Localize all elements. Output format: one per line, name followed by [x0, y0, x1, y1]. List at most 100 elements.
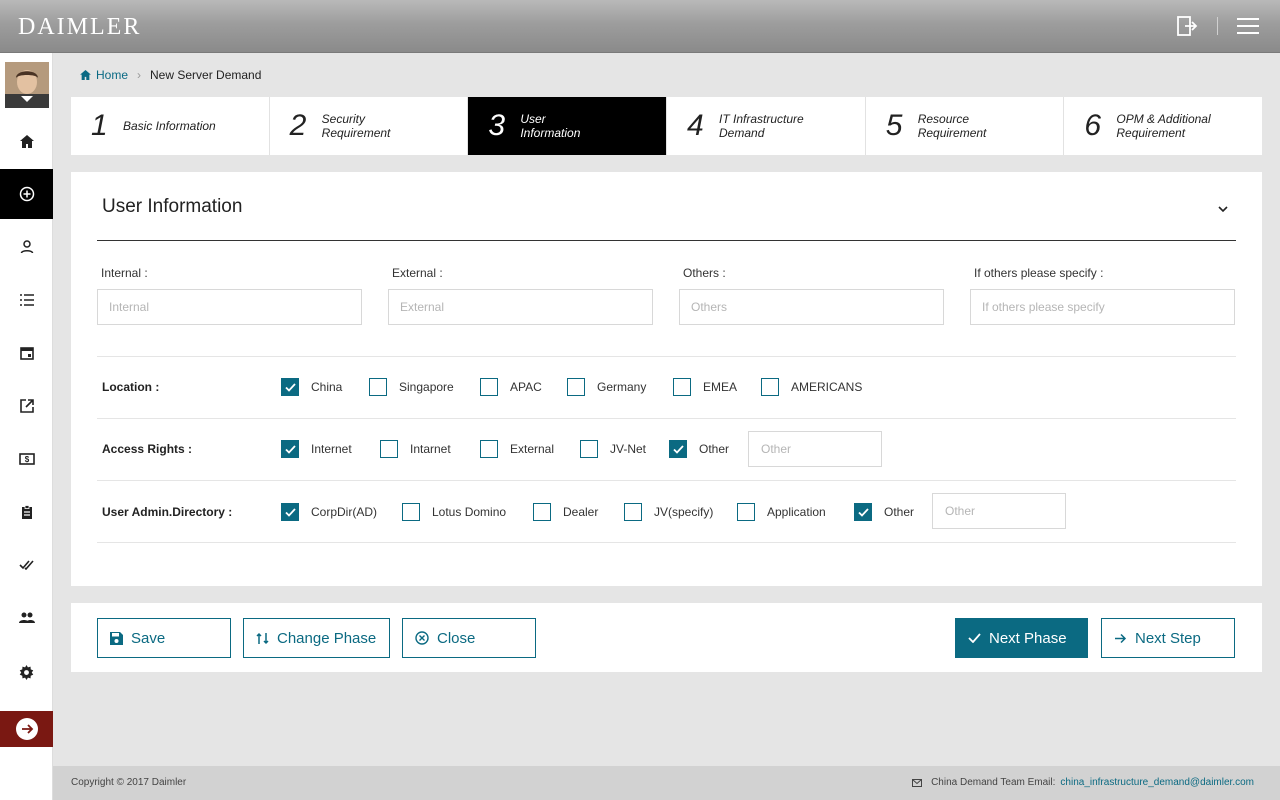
- sidebar-billing[interactable]: $: [0, 434, 53, 484]
- directory-lotus-domino-checkbox[interactable]: Lotus Domino: [402, 503, 506, 521]
- checkbox-empty-icon: [369, 378, 387, 396]
- checkbox-checked-icon: [669, 440, 687, 458]
- row-divider: [97, 418, 1236, 419]
- access-other-input[interactable]: [748, 431, 882, 467]
- next-phase-button[interactable]: Next Phase: [955, 618, 1088, 658]
- step-label: Basic Information: [123, 119, 216, 133]
- arrow-right-circle-icon: [15, 718, 38, 740]
- breadcrumb-home[interactable]: Home: [80, 68, 128, 82]
- step-label: Resource Requirement: [917, 112, 987, 140]
- access-jv-net-checkbox[interactable]: JV-Net: [580, 440, 646, 458]
- avatar[interactable]: [5, 62, 49, 108]
- step-security-requirement[interactable]: 2 Security Requirement: [270, 97, 469, 155]
- chevron-down-icon[interactable]: [1218, 200, 1228, 218]
- directory-application-checkbox[interactable]: Application: [737, 503, 826, 521]
- access-external-checkbox[interactable]: External: [480, 440, 554, 458]
- menu-icon[interactable]: [1236, 14, 1260, 38]
- sidebar-settings[interactable]: [0, 647, 53, 697]
- step-basic-information[interactable]: 1 Basic Information: [71, 97, 270, 155]
- others-input[interactable]: [679, 289, 944, 325]
- directory-other-input[interactable]: [932, 493, 1066, 529]
- step-resource-requirement[interactable]: 5 Resource Requirement: [866, 97, 1065, 155]
- next-step-label: Next Step: [1135, 629, 1201, 647]
- checkbox-empty-icon: [402, 503, 420, 521]
- checkbox-label: JV(specify): [654, 505, 714, 519]
- contact-info: China Demand Team Email: china_infrastru…: [912, 777, 1254, 788]
- sidebar-calendar[interactable]: [0, 328, 53, 378]
- sidebar-next-arrow[interactable]: [0, 711, 53, 747]
- checkbox-empty-icon: [380, 440, 398, 458]
- check-icon: [968, 633, 981, 643]
- location-apac-checkbox[interactable]: APAC: [480, 378, 542, 396]
- checkbox-label: China: [311, 380, 343, 394]
- access-other-checkbox[interactable]: Other: [669, 440, 729, 458]
- open-in-new-icon: [19, 399, 34, 413]
- checkbox-label: EMEA: [703, 380, 738, 394]
- sidebar-clipboard[interactable]: [0, 487, 53, 537]
- sidebar-approvals[interactable]: [0, 540, 53, 590]
- group-icon: [18, 612, 35, 623]
- external-input[interactable]: [388, 289, 653, 325]
- step-user-information[interactable]: 3 User Information: [468, 97, 668, 155]
- close-circle-icon: [415, 631, 429, 645]
- home-icon: [19, 134, 34, 148]
- checkbox-checked-icon: [281, 440, 299, 458]
- directory-jv-specify-checkbox[interactable]: JV(specify): [624, 503, 713, 521]
- swap-icon: [256, 632, 269, 645]
- access-intarnet-checkbox[interactable]: Intarnet: [380, 440, 451, 458]
- location-singapore-checkbox[interactable]: Singapore: [369, 378, 454, 396]
- checkbox-label: JV-Net: [610, 442, 647, 456]
- next-step-button[interactable]: Next Step: [1101, 618, 1235, 658]
- step-it-infrastructure-demand[interactable]: 4 IT Infrastructure Demand: [667, 97, 866, 155]
- checkbox-label: Internet: [311, 442, 352, 456]
- directory-other-checkbox[interactable]: Other: [854, 503, 914, 521]
- close-button[interactable]: Close: [402, 618, 536, 658]
- save-button[interactable]: Save: [97, 618, 231, 658]
- others-specify-label: If others please specify :: [974, 266, 1104, 280]
- location-emea-checkbox[interactable]: EMEA: [673, 378, 737, 396]
- contact-email-link[interactable]: china_infrastructure_demand@daimler.com: [1060, 777, 1254, 788]
- internal-input[interactable]: [97, 289, 362, 325]
- sidebar-team[interactable]: [0, 593, 53, 643]
- directory-corpdir-checkbox[interactable]: CorpDir(AD): [281, 503, 377, 521]
- step-opm-additional-requirement[interactable]: 6 OPM & Additional Requirement: [1064, 97, 1262, 155]
- contact-label: China Demand Team Email:: [931, 777, 1056, 788]
- wizard-steps: 1 Basic Information 2 Security Requireme…: [71, 97, 1262, 155]
- checkbox-label: Intarnet: [410, 442, 451, 456]
- sidebar-new-demand[interactable]: [0, 169, 53, 219]
- checkbox-empty-icon: [580, 440, 598, 458]
- checkbox-label: CorpDir(AD): [311, 505, 377, 519]
- access-internet-checkbox[interactable]: Internet: [281, 440, 352, 458]
- sidebar-home[interactable]: [0, 116, 53, 166]
- checkbox-label: Germany: [597, 380, 647, 394]
- step-label: Security Requirement: [321, 112, 391, 140]
- sidebar-list[interactable]: [0, 275, 53, 325]
- step-number: 3: [488, 109, 506, 142]
- breadcrumb-home-label: Home: [96, 68, 129, 82]
- change-phase-button[interactable]: Change Phase: [243, 618, 390, 658]
- sidebar-profile[interactable]: [0, 222, 53, 272]
- checkbox-label: Other: [699, 442, 730, 456]
- double-check-icon: [18, 560, 34, 570]
- svg-text:$: $: [24, 455, 29, 464]
- location-china-checkbox[interactable]: China: [281, 378, 342, 396]
- arrow-right-icon: [1114, 633, 1127, 644]
- others-label: Others :: [683, 266, 726, 280]
- sidebar: $: [0, 53, 53, 800]
- top-icons: [1175, 14, 1260, 38]
- logout-icon[interactable]: [1175, 14, 1199, 38]
- directory-dealer-checkbox[interactable]: Dealer: [533, 503, 598, 521]
- checkbox-label: Application: [767, 505, 826, 519]
- next-phase-label: Next Phase: [989, 629, 1067, 647]
- add-circle-icon: [19, 186, 34, 202]
- step-number: 5: [885, 109, 903, 142]
- location-americans-checkbox[interactable]: AMERICANS: [761, 378, 862, 396]
- mail-icon: [912, 778, 923, 787]
- top-separator: [1217, 17, 1218, 35]
- checkbox-empty-icon: [567, 378, 585, 396]
- location-germany-checkbox[interactable]: Germany: [567, 378, 646, 396]
- others-specify-input[interactable]: [970, 289, 1235, 325]
- breadcrumb-current: New Server Demand: [150, 68, 262, 82]
- sidebar-open-external[interactable]: [0, 381, 53, 431]
- internal-label: Internal :: [101, 266, 148, 280]
